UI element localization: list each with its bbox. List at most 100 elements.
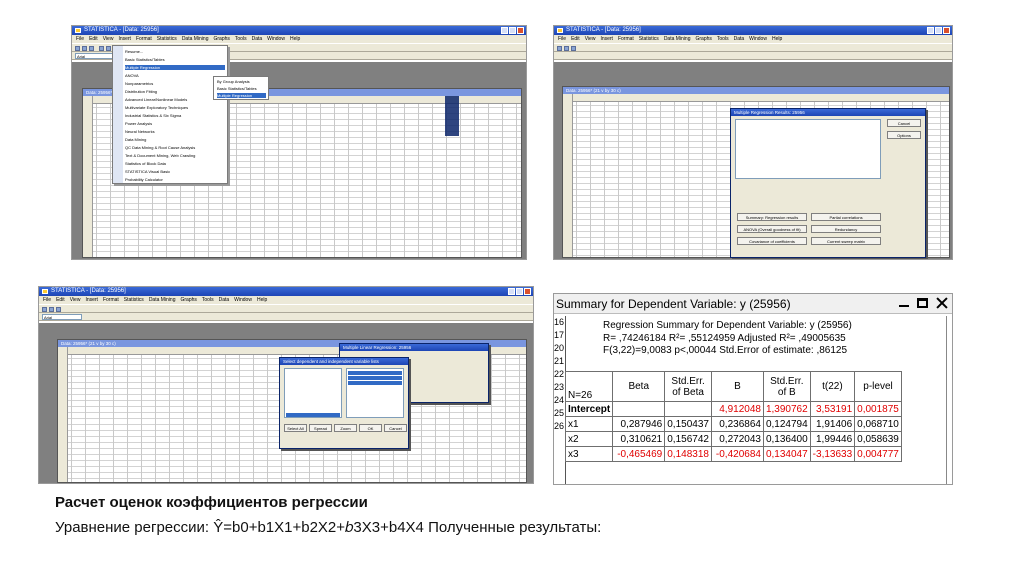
menu-item[interactable]: File bbox=[76, 36, 84, 42]
menu-item[interactable]: Insert bbox=[118, 36, 131, 42]
menu-item[interactable]: Insert bbox=[85, 297, 98, 303]
statistics-menu-item[interactable]: Advanced Linear/Nonlinear Models bbox=[125, 97, 225, 102]
statistics-menu-item[interactable]: Neural Networks bbox=[125, 129, 225, 134]
menu-item[interactable]: File bbox=[43, 297, 51, 303]
statistics-menu-item[interactable]: QC Data Mining & Root Cause Analysis bbox=[125, 145, 225, 150]
menu-item[interactable]: Help bbox=[290, 36, 300, 42]
maximize-button[interactable] bbox=[516, 288, 523, 295]
close-button[interactable] bbox=[943, 27, 950, 34]
statistics-menu-item[interactable]: Multiple Regression bbox=[125, 65, 225, 70]
menu-item[interactable]: Statistics bbox=[124, 297, 144, 303]
results-dialog-button[interactable]: Options bbox=[887, 131, 921, 139]
results-dialog-button[interactable]: Covariance of coefficients bbox=[737, 237, 807, 245]
results-dialog-button[interactable]: Redundancy bbox=[811, 225, 881, 233]
menu-item[interactable]: Data Mining bbox=[182, 36, 209, 42]
statistics-menu-item[interactable]: ANOVA bbox=[125, 73, 225, 78]
variable-dialog-button[interactable]: Cancel bbox=[384, 424, 407, 432]
statistics-menu-item[interactable]: Industrial Statistics & Six Sigma bbox=[125, 113, 225, 118]
menu-item[interactable]: Data bbox=[252, 36, 263, 42]
statistics-menu-item[interactable]: Resume... bbox=[125, 49, 225, 54]
statistics-menu-item[interactable]: Multivariate Exploratory Techniques bbox=[125, 105, 225, 110]
menu-item[interactable]: Window bbox=[267, 36, 285, 42]
variable-dialog-button[interactable]: Select All bbox=[284, 424, 307, 432]
results-dialog-button[interactable]: Summary: Regression results bbox=[737, 213, 807, 221]
new-icon[interactable] bbox=[75, 46, 80, 51]
menu-item[interactable]: Edit bbox=[56, 297, 65, 303]
menu-item[interactable]: View bbox=[585, 36, 596, 42]
cut-icon[interactable] bbox=[106, 46, 111, 51]
minimize-button[interactable] bbox=[501, 27, 508, 34]
statistics-menu-item[interactable]: Nonparametrics bbox=[125, 81, 225, 86]
menu-item[interactable]: Graphs bbox=[181, 297, 197, 303]
open-icon[interactable] bbox=[82, 46, 87, 51]
close-icon[interactable] bbox=[936, 297, 948, 309]
menu-item[interactable]: Help bbox=[257, 297, 267, 303]
variable-dialog-button[interactable]: Zoom bbox=[334, 424, 357, 432]
statistics-menu-item[interactable]: Data Mining bbox=[125, 137, 225, 142]
menu-item[interactable]: Window bbox=[234, 297, 252, 303]
menu-item[interactable]: Statistics bbox=[639, 36, 659, 42]
minimize-button[interactable] bbox=[508, 288, 515, 295]
menu-item[interactable]: Graphs bbox=[696, 36, 712, 42]
menu-item[interactable]: Edit bbox=[89, 36, 98, 42]
menu-item[interactable]: Format bbox=[103, 297, 119, 303]
menu-item[interactable]: View bbox=[103, 36, 114, 42]
statistics-menu-item[interactable]: Basic Statistics/Tables bbox=[125, 57, 225, 62]
statistics-menu-item[interactable]: Power Analysis bbox=[125, 121, 225, 126]
close-button[interactable] bbox=[524, 288, 531, 295]
menu-item[interactable]: Format bbox=[136, 36, 152, 42]
minimize-button[interactable] bbox=[927, 27, 934, 34]
table-cell: 4,912048 bbox=[710, 401, 764, 417]
results-dialog-button[interactable]: Cancel bbox=[887, 119, 921, 127]
menu-item[interactable]: Tools bbox=[235, 36, 247, 42]
menu-item[interactable]: Graphs bbox=[214, 36, 230, 42]
menu-item[interactable]: Data Mining bbox=[664, 36, 691, 42]
open-icon[interactable] bbox=[49, 307, 54, 312]
menu-item[interactable]: Tools bbox=[717, 36, 729, 42]
new-icon[interactable] bbox=[557, 46, 562, 51]
statistics-menu-item[interactable]: Distribution Fitting bbox=[125, 89, 225, 94]
statistics-submenu-item[interactable]: By Group Analysis bbox=[217, 79, 266, 84]
variable-dialog-button[interactable]: Spread bbox=[309, 424, 332, 432]
menu-item[interactable]: Data bbox=[219, 297, 230, 303]
menu-item[interactable]: Data bbox=[734, 36, 745, 42]
statistics-menu-item[interactable]: Statistics of Block Data bbox=[125, 161, 225, 166]
menu-item[interactable]: Format bbox=[618, 36, 634, 42]
variable-dialog-button[interactable]: OK bbox=[359, 424, 382, 432]
results-dialog-button[interactable]: Current sweep matrix bbox=[811, 237, 881, 245]
maximize-icon[interactable] bbox=[917, 298, 928, 308]
menu-item[interactable]: Window bbox=[749, 36, 767, 42]
menu-item[interactable]: Insert bbox=[600, 36, 613, 42]
menu-item[interactable]: View bbox=[70, 297, 81, 303]
menu-item[interactable]: File bbox=[558, 36, 566, 42]
save-icon[interactable] bbox=[56, 307, 61, 312]
statistics-submenu-item[interactable]: Basic Statistics/Tables bbox=[217, 86, 266, 91]
dependent-variable-list[interactable] bbox=[284, 368, 342, 418]
table-cell: 0,150437 bbox=[664, 416, 712, 432]
font-selector[interactable]: Arial bbox=[42, 314, 82, 320]
statistics-submenu-item[interactable]: Multiple Regression bbox=[217, 93, 266, 98]
maximize-button[interactable] bbox=[935, 27, 942, 34]
minimize-icon[interactable] bbox=[899, 305, 909, 307]
font-selector[interactable]: Arial bbox=[75, 53, 115, 59]
results-dialog-button[interactable]: Partial correlations bbox=[811, 213, 881, 221]
menu-item[interactable]: Help bbox=[772, 36, 782, 42]
menu-item[interactable]: Tools bbox=[202, 297, 214, 303]
save-icon[interactable] bbox=[89, 46, 94, 51]
results-dialog-button[interactable]: ANOVA (Overall goodness of fit) bbox=[737, 225, 807, 233]
save-icon[interactable] bbox=[571, 46, 576, 51]
independent-variable-list[interactable] bbox=[346, 368, 404, 418]
standard-toolbar bbox=[39, 304, 533, 313]
menu-item[interactable]: Data Mining bbox=[149, 297, 176, 303]
menu-item[interactable]: Statistics bbox=[157, 36, 177, 42]
statistics-menu-item[interactable]: Text & Document Mining, Web Crawling bbox=[125, 153, 225, 158]
maximize-button[interactable] bbox=[509, 27, 516, 34]
print-icon[interactable] bbox=[99, 46, 104, 51]
statistics-menu-item[interactable]: STATISTICA Visual Basic bbox=[125, 169, 225, 174]
menu-item[interactable]: Edit bbox=[571, 36, 580, 42]
table-cell: 0,004777 bbox=[854, 446, 902, 462]
statistics-menu-item[interactable]: Probability Calculator bbox=[125, 177, 225, 182]
close-button[interactable] bbox=[517, 27, 524, 34]
open-icon[interactable] bbox=[564, 46, 569, 51]
new-icon[interactable] bbox=[42, 307, 47, 312]
